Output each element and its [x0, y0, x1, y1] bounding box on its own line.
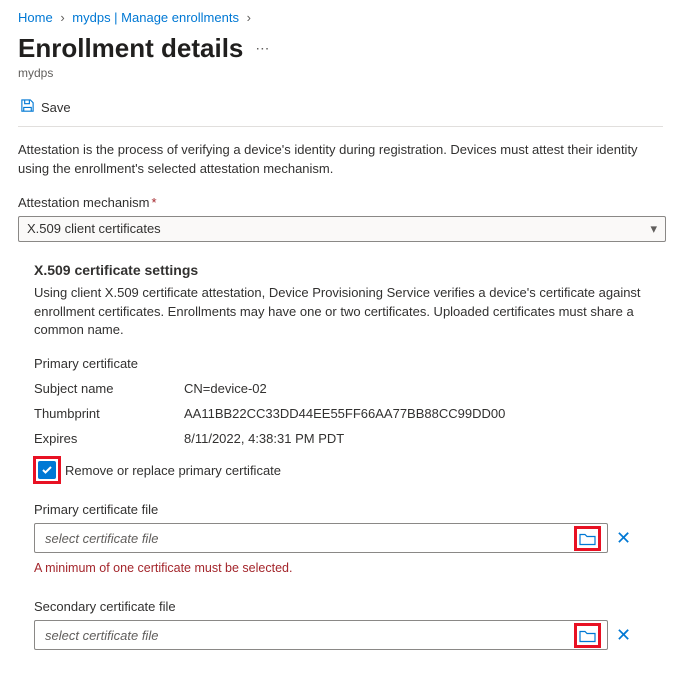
remove-primary-label: Remove or replace primary certificate — [65, 463, 281, 478]
primary-cert-title: Primary certificate — [34, 356, 663, 371]
breadcrumb-home[interactable]: Home — [18, 10, 53, 25]
primary-file-label: Primary certificate file — [34, 502, 663, 517]
thumbprint-label: Thumbprint — [34, 406, 184, 421]
breadcrumb: Home › mydps | Manage enrollments › — [18, 10, 663, 25]
x509-heading: X.509 certificate settings — [34, 262, 663, 278]
primary-file-clear-button[interactable]: ✕ — [614, 529, 633, 547]
x509-description: Using client X.509 certificate attestati… — [34, 284, 663, 341]
secondary-file-clear-button[interactable]: ✕ — [614, 626, 633, 644]
page-title: Enrollment details — [18, 33, 243, 64]
expires-value: 8/11/2022, 4:38:31 PM PDT — [184, 431, 344, 446]
folder-icon — [579, 531, 596, 546]
folder-icon — [579, 628, 596, 643]
intro-text: Attestation is the process of verifying … — [18, 141, 663, 179]
secondary-file-label: Secondary certificate file — [34, 599, 663, 614]
attestation-mechanism-value: X.509 client certificates — [27, 221, 161, 236]
secondary-file-input[interactable]: select certificate file — [34, 620, 608, 650]
attestation-label: Attestation mechanism* — [18, 195, 663, 210]
expires-label: Expires — [34, 431, 184, 446]
highlight-box — [574, 623, 601, 648]
remove-primary-checkbox[interactable] — [38, 461, 56, 479]
save-button[interactable]: Save — [18, 94, 73, 120]
secondary-file-placeholder: select certificate file — [45, 628, 158, 643]
required-indicator: * — [152, 195, 157, 210]
primary-file-input[interactable]: select certificate file — [34, 523, 608, 553]
save-icon — [20, 98, 35, 116]
highlight-box — [33, 456, 61, 484]
breadcrumb-parent[interactable]: mydps | Manage enrollments — [72, 10, 239, 25]
page-subtitle: mydps — [18, 66, 663, 80]
primary-file-error: A minimum of one certificate must be sel… — [34, 561, 663, 575]
check-icon — [41, 464, 53, 476]
chevron-right-icon: › — [247, 10, 251, 25]
more-actions-button[interactable]: ⋯ — [255, 40, 270, 57]
attestation-mechanism-select[interactable]: X.509 client certificates ▾ — [18, 216, 666, 242]
save-button-label: Save — [41, 100, 71, 115]
subject-name-value: CN=device-02 — [184, 381, 267, 396]
subject-name-label: Subject name — [34, 381, 184, 396]
divider — [18, 126, 663, 127]
chevron-right-icon: › — [60, 10, 64, 25]
highlight-box — [574, 526, 601, 551]
chevron-down-icon: ▾ — [650, 221, 657, 237]
primary-file-placeholder: select certificate file — [45, 531, 158, 546]
thumbprint-value: AA11BB22CC33DD44EE55FF66AA77BB88CC99DD00 — [184, 406, 505, 421]
